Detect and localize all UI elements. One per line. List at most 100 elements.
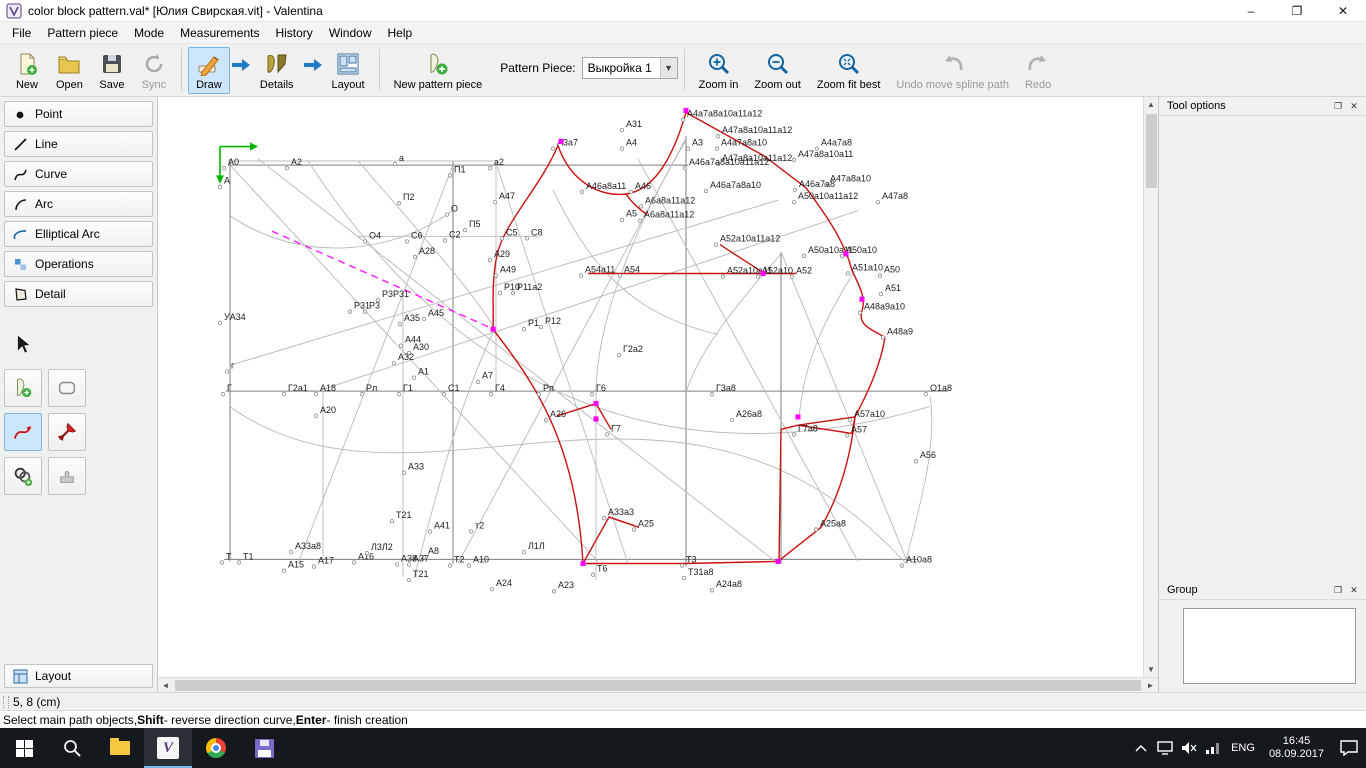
selected-point[interactable] bbox=[580, 560, 586, 567]
add-detail-tool-button[interactable] bbox=[4, 369, 42, 407]
menu-item-window[interactable]: Window bbox=[321, 23, 380, 43]
pattern-point[interactable] bbox=[468, 529, 474, 534]
pattern-point-label[interactable]: A50a10 bbox=[846, 245, 877, 255]
volume-muted-icon[interactable] bbox=[1177, 728, 1201, 768]
horizontal-scrollbar[interactable]: ◄ ► bbox=[158, 677, 1158, 692]
pattern-point-label[interactable]: A46a7a8a10a11a12 bbox=[689, 157, 769, 167]
pattern-point[interactable] bbox=[729, 417, 735, 423]
selected-point[interactable] bbox=[859, 296, 865, 302]
internal-path-tool-button[interactable] bbox=[4, 413, 42, 451]
chevron-down-icon[interactable]: ▼ bbox=[659, 57, 677, 78]
pattern-point[interactable] bbox=[801, 253, 807, 259]
pattern-point[interactable] bbox=[590, 572, 596, 577]
pattern-point-label[interactable]: Г4 bbox=[495, 383, 505, 393]
pattern-point-label[interactable]: A23 bbox=[558, 580, 574, 590]
scroll-down-icon[interactable]: ▼ bbox=[1144, 662, 1159, 677]
pattern-point-label[interactable]: P3P31 bbox=[382, 289, 409, 299]
pattern-point-label[interactable]: T bbox=[226, 551, 232, 561]
new-pattern-piece-button[interactable]: New pattern piece bbox=[386, 47, 491, 94]
pattern-point[interactable] bbox=[791, 432, 797, 437]
selected-point[interactable] bbox=[683, 107, 689, 113]
pattern-point-label[interactable]: A33a8 bbox=[295, 541, 321, 551]
pattern-point[interactable] bbox=[714, 146, 720, 151]
pattern-point[interactable] bbox=[236, 560, 242, 565]
pattern-point[interactable] bbox=[313, 392, 319, 397]
new-button[interactable]: New bbox=[6, 47, 48, 94]
pattern-point[interactable] bbox=[845, 271, 851, 276]
action-center-icon[interactable] bbox=[1332, 728, 1366, 768]
pattern-point-label[interactable]: A46a8a11 bbox=[586, 181, 626, 191]
scroll-up-icon[interactable]: ▲ bbox=[1144, 97, 1159, 112]
taskbar-search-button[interactable] bbox=[48, 728, 96, 768]
pattern-point-label[interactable]: A30 bbox=[413, 342, 429, 352]
pattern-point[interactable] bbox=[487, 166, 493, 171]
vertical-scrollbar[interactable]: ▲ ▼ bbox=[1143, 97, 1158, 677]
tray-expand-icon[interactable] bbox=[1129, 728, 1153, 768]
scroll-left-icon[interactable]: ◄ bbox=[158, 678, 173, 693]
open-button[interactable]: Open bbox=[48, 47, 91, 94]
close-button[interactable]: ✕ bbox=[1320, 0, 1366, 21]
pattern-point[interactable] bbox=[720, 274, 726, 279]
pattern-point[interactable] bbox=[492, 200, 498, 205]
pattern-point-label[interactable]: A10 bbox=[473, 554, 489, 564]
pattern-point[interactable] bbox=[715, 134, 721, 139]
pattern-point[interactable] bbox=[628, 189, 634, 195]
pattern-point-label[interactable]: A35 bbox=[404, 313, 420, 323]
pattern-point[interactable] bbox=[391, 361, 397, 366]
pattern-point[interactable] bbox=[680, 117, 686, 122]
pattern-piece-select[interactable]: Выкройка 1 ▼ bbox=[581, 56, 678, 79]
pattern-point-label[interactable]: A7 bbox=[482, 371, 493, 381]
pattern-point[interactable] bbox=[281, 568, 287, 573]
pattern-point[interactable] bbox=[397, 321, 403, 327]
pattern-point-label[interactable]: A51 bbox=[885, 283, 901, 293]
pattern-point[interactable] bbox=[875, 200, 881, 205]
pattern-point[interactable] bbox=[497, 290, 503, 296]
start-button[interactable] bbox=[0, 728, 48, 768]
menu-item-measurements[interactable]: Measurements bbox=[172, 23, 267, 43]
pattern-point-label[interactable]: Л3Л2 bbox=[371, 542, 393, 552]
horizontal-scroll-thumb[interactable] bbox=[175, 679, 1141, 691]
valentina-taskbar-button[interactable]: V bbox=[144, 728, 192, 768]
pattern-point-label[interactable]: A52a10a11a12 bbox=[720, 233, 780, 243]
details-mode-button[interactable]: Details bbox=[252, 47, 302, 94]
pattern-point[interactable] bbox=[923, 392, 929, 397]
tool-category-curve[interactable]: Curve bbox=[4, 161, 153, 187]
pattern-point[interactable] bbox=[313, 413, 319, 419]
pattern-point[interactable] bbox=[619, 146, 625, 151]
selected-point[interactable] bbox=[760, 270, 766, 277]
selected-point[interactable] bbox=[490, 326, 496, 332]
pattern-point-label[interactable]: A2 bbox=[291, 157, 302, 167]
pattern-point-label[interactable]: A47 bbox=[499, 191, 515, 201]
vertical-scroll-thumb[interactable] bbox=[1145, 114, 1157, 188]
pattern-point-label[interactable]: A56 bbox=[920, 450, 936, 460]
pattern-point-label[interactable]: П2 bbox=[403, 192, 414, 202]
pattern-point-label[interactable]: O bbox=[451, 203, 458, 213]
pattern-point[interactable] bbox=[543, 417, 549, 423]
pattern-point[interactable] bbox=[713, 242, 719, 247]
pattern-point-label[interactable]: A25 bbox=[638, 518, 654, 528]
pattern-point[interactable] bbox=[220, 392, 226, 397]
pattern-point[interactable] bbox=[462, 227, 468, 233]
pattern-point[interactable] bbox=[447, 563, 453, 568]
pattern-point[interactable] bbox=[351, 560, 357, 565]
pattern-point[interactable] bbox=[444, 212, 450, 217]
pattern-point-label[interactable]: A6a8a11a12 bbox=[644, 210, 694, 220]
pattern-point-label[interactable]: A47a8a10a11 bbox=[798, 149, 853, 159]
pattern-point[interactable] bbox=[682, 166, 688, 171]
pattern-point-label[interactable]: T31a8 bbox=[688, 567, 713, 577]
save-app-button[interactable] bbox=[240, 728, 288, 768]
pattern-point[interactable] bbox=[847, 417, 853, 423]
pattern-point-label[interactable]: A48a9a10 bbox=[864, 301, 905, 311]
taskbar-clock[interactable]: 16:45 08.09.2017 bbox=[1261, 735, 1332, 761]
pattern-point[interactable] bbox=[396, 201, 402, 206]
group-list[interactable] bbox=[1183, 608, 1356, 684]
pattern-point-label[interactable]: A50a10a11a12 bbox=[798, 191, 858, 201]
pattern-point-label[interactable]: A3 bbox=[692, 137, 703, 147]
pattern-point[interactable] bbox=[709, 588, 715, 593]
tool-category-elliptical-arc[interactable]: Elliptical Arc bbox=[4, 221, 153, 247]
chrome-button[interactable] bbox=[192, 728, 240, 768]
pattern-point[interactable] bbox=[637, 218, 643, 224]
seam-allowance-tool-button[interactable] bbox=[48, 369, 86, 407]
pattern-point-label[interactable]: P1 bbox=[528, 318, 539, 328]
pattern-point-label[interactable]: T21 bbox=[413, 569, 428, 579]
